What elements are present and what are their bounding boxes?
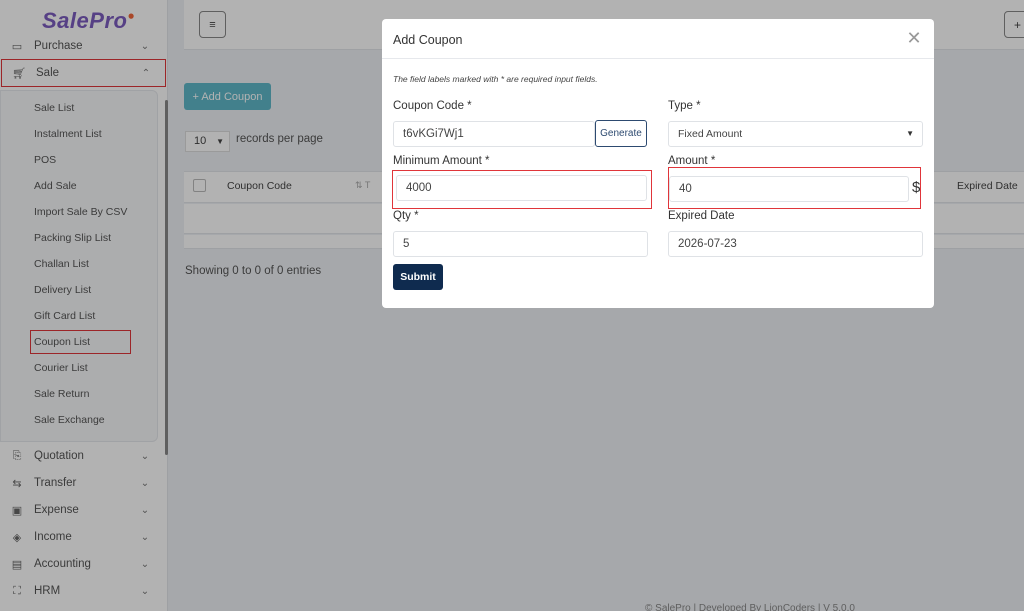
qty-label: Qty *: [393, 210, 419, 222]
amount-label: Amount *: [668, 155, 716, 167]
coupon-code-label: Coupon Code *: [393, 100, 472, 112]
amount-highlight: [668, 167, 921, 209]
minimum-amount-label: Minimum Amount *: [393, 155, 490, 167]
caret-down-icon: ▼: [906, 129, 914, 138]
minimum-amount-highlight: [392, 170, 652, 209]
modal-header: Add Coupon ✕: [382, 19, 934, 59]
submit-button[interactable]: Submit: [393, 264, 443, 290]
qty-input[interactable]: 5: [393, 231, 648, 257]
type-label: Type *: [668, 100, 701, 112]
close-icon[interactable]: ✕: [904, 28, 924, 48]
generate-button[interactable]: Generate: [595, 120, 647, 147]
expired-date-label: Expired Date: [668, 210, 735, 222]
type-select[interactable]: Fixed Amount ▼: [668, 121, 923, 147]
required-fields-note: The field labels marked with * are requi…: [393, 74, 598, 84]
coupon-code-input[interactable]: t6vKGi7Wj1: [393, 121, 595, 147]
modal-title: Add Coupon: [393, 33, 463, 47]
add-coupon-modal: Add Coupon ✕ The field labels marked wit…: [382, 19, 934, 308]
expired-date-input[interactable]: 2026-07-23: [668, 231, 923, 257]
